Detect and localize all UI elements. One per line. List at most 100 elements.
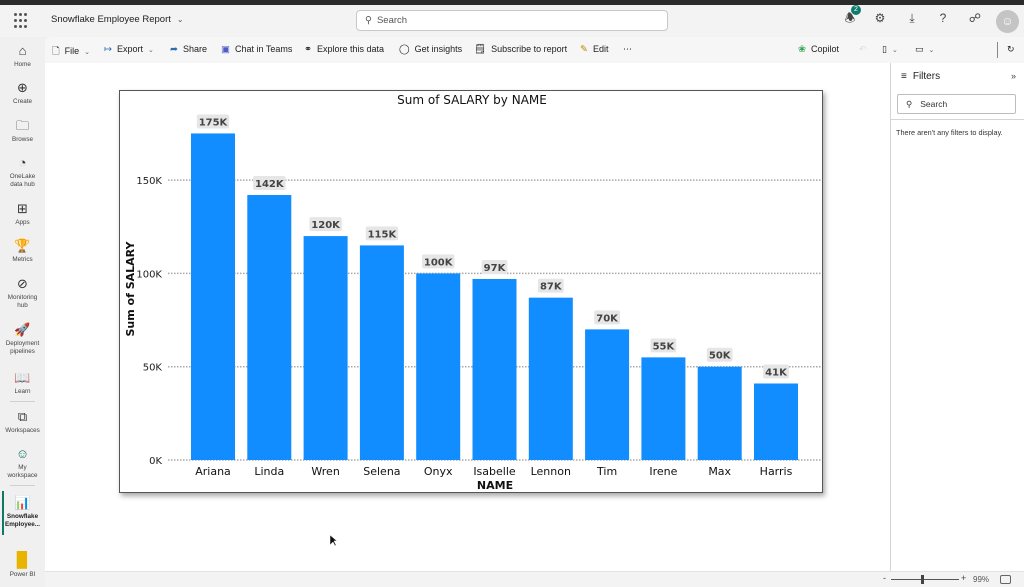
data-label: 115K	[368, 229, 398, 240]
copilot-button[interactable]: ❀ Copilot	[798, 44, 839, 55]
nav-deployment-pipelines[interactable]: 🚀 Deployment pipelines	[0, 322, 45, 356]
data-label: 100K	[424, 257, 454, 268]
zoom-in-button[interactable]: +	[961, 573, 966, 583]
x-tick-label: Linda	[254, 465, 284, 478]
chevron-down-icon: ⌄	[928, 47, 935, 54]
teams-label: Chat in Teams	[234, 44, 293, 54]
bar-chart: Sum of SALARY by NAME Sum of SALARY NAME…	[124, 93, 822, 492]
data-label: 50K	[709, 351, 732, 362]
nav-my-workspace[interactable]: ☺ My workspace	[0, 446, 45, 480]
app-header: Snowflake Employee Report ⌄ ⚲ Search 🕭 2 ⚙ …	[0, 5, 1024, 37]
nav-label: Workspaces	[5, 427, 40, 434]
zoom-slider-track[interactable]	[891, 579, 959, 580]
x-tick-label: Max	[708, 465, 731, 478]
workspaces-icon: ⧉	[17, 409, 28, 424]
bookmark-icon: ▯	[882, 44, 887, 54]
x-tick-label: Onyx	[424, 465, 453, 478]
chevron-down-icon: ⌄	[891, 47, 898, 54]
report-title[interactable]: Snowflake Employee Report ⌄	[51, 14, 184, 25]
filter-icon: ≡	[901, 71, 907, 82]
share-button[interactable]: ➦ Share	[170, 44, 207, 55]
data-label: 142K	[255, 179, 285, 190]
zoom-out-button[interactable]: -	[883, 573, 886, 583]
view-menu[interactable]: ▭ ⌄	[915, 44, 934, 55]
more-label: ⋯	[623, 44, 632, 54]
nav-workspaces[interactable]: ⧉ Workspaces	[0, 409, 45, 435]
nav-create[interactable]: ⊕ Create	[0, 80, 45, 106]
help-icon[interactable]: ?	[933, 8, 953, 28]
bar-onyx[interactable]	[416, 273, 461, 460]
left-navigation: ⌂ Home ⊕ Create 🗀 Browse ◔ OneLake data hub …	[0, 37, 45, 587]
gear-icon[interactable]: ⚙	[870, 8, 890, 28]
nav-label: Deployment pipelines	[5, 340, 40, 355]
folder-icon: 🗀	[15, 118, 29, 133]
y-tick-label: 50K	[143, 363, 163, 374]
global-search-input[interactable]: ⚲ Search	[356, 10, 668, 31]
y-tick-label: 0K	[149, 456, 162, 467]
export-menu[interactable]: ↦ Export ⌄	[104, 44, 154, 55]
data-label: 175K	[199, 117, 229, 128]
avatar[interactable]: ☺	[996, 10, 1019, 33]
filters-title-text: Filters	[912, 71, 941, 82]
bar-wren[interactable]	[303, 236, 348, 460]
subscribe-button[interactable]: 🗒 Subscribe to report	[474, 44, 567, 55]
app-launcher-icon[interactable]	[14, 13, 30, 29]
copilot-label: Copilot	[810, 44, 839, 54]
data-label: 41K	[765, 367, 788, 378]
chart-title: Sum of SALARY by NAME	[397, 93, 547, 107]
nav-onelake[interactable]: ◔ OneLake data hub	[0, 155, 45, 189]
bookmark-menu[interactable]: ▯ ⌄	[882, 44, 898, 55]
bar-ariana[interactable]	[191, 133, 235, 460]
collapse-filters-icon[interactable]: »	[1011, 71, 1016, 81]
x-tick-label: Irene	[649, 465, 677, 478]
get-insights-button[interactable]: ◯ Get insights	[399, 44, 462, 55]
file-menu[interactable]: 🗋 File ⌄	[52, 44, 90, 60]
nav-label: Monitoring hub	[7, 294, 38, 309]
bar-tim[interactable]	[585, 329, 630, 460]
bar-isabelle[interactable]	[472, 278, 517, 460]
bar-chart-visual[interactable]: Sum of SALARY by NAME Sum of SALARY NAME…	[119, 90, 823, 493]
nav-browse[interactable]: 🗀 Browse	[0, 118, 45, 144]
download-icon[interactable]: ⤓	[902, 8, 922, 28]
powerbi-logo-icon: ▉	[16, 552, 29, 569]
y-tick-label: 100K	[136, 269, 162, 280]
x-tick-label: Tim	[596, 465, 617, 478]
x-tick-label: Wren	[311, 465, 339, 478]
share-people-icon[interactable]: ☍	[965, 8, 985, 28]
chevron-down-icon: ⌄	[84, 49, 91, 56]
x-tick-label: Selena	[363, 465, 400, 478]
edit-button[interactable]: ✎ Edit	[580, 44, 608, 55]
bar-linda[interactable]	[247, 195, 292, 460]
refresh-icon[interactable]: ↻	[1007, 44, 1015, 55]
data-label: 55K	[653, 341, 676, 352]
bar-harris[interactable]	[754, 383, 798, 460]
bell-icon[interactable]: 🕭 2	[840, 5, 861, 28]
bar-selena[interactable]	[359, 245, 404, 460]
y-axis-label: Sum of SALARY	[124, 240, 137, 336]
y-tick-label: 150K	[136, 176, 162, 187]
nav-label: Power BI	[9, 571, 36, 578]
toolbar-divider	[997, 42, 998, 58]
edit-label: Edit	[592, 44, 609, 54]
export-label: Export	[116, 44, 143, 54]
nav-apps[interactable]: ⊞ Apps	[0, 201, 45, 227]
explore-data-button[interactable]: ⚭ Explore this data	[304, 44, 384, 55]
nav-power-bi[interactable]: ▉ Power BI	[0, 553, 45, 579]
nav-monitoring-hub[interactable]: ⊘ Monitoring hub	[0, 276, 45, 310]
chat-in-teams-button[interactable]: ▣ Chat in Teams	[221, 44, 292, 55]
bar-irene[interactable]	[641, 357, 686, 460]
nav-snowflake-report[interactable]: 📊 Snowflake Employee...	[0, 495, 45, 529]
zoom-slider-thumb[interactable]	[921, 575, 924, 584]
bar-max[interactable]	[697, 366, 742, 460]
fit-to-page-icon[interactable]	[1000, 575, 1011, 584]
undo-icon[interactable]: ↶	[859, 44, 867, 55]
x-axis-label: NAME	[477, 479, 513, 492]
filters-search-input[interactable]: ⚲ Search	[897, 94, 1016, 114]
bar-lennon[interactable]	[528, 297, 573, 460]
nav-learn[interactable]: 📖 Learn	[0, 370, 45, 396]
nav-metrics[interactable]: 🏆 Metrics	[0, 238, 45, 264]
subscribe-label: Subscribe to report	[491, 44, 568, 54]
nav-home[interactable]: ⌂ Home	[0, 43, 45, 69]
more-options-button[interactable]: ⋯	[623, 44, 632, 55]
report-icon: 📊	[14, 495, 31, 510]
